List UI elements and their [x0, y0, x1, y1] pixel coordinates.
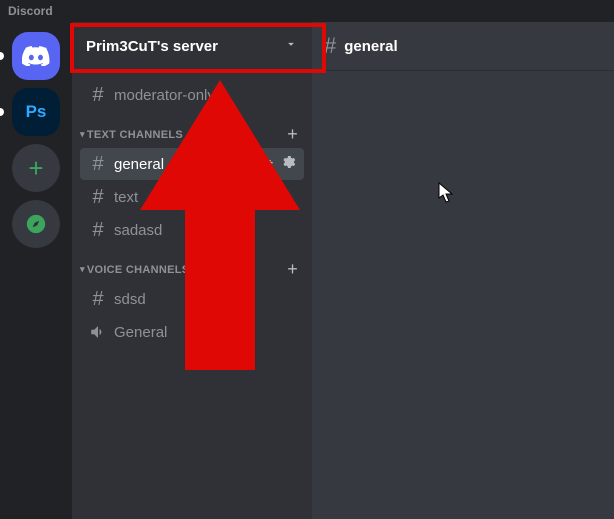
chat-channel-name: general [344, 38, 397, 55]
channel-sidebar: Prim3CuT's server # moderator-only ▾ TEX… [72, 22, 312, 519]
channel-name: sdsd [114, 291, 296, 308]
channel-item[interactable]: # moderator-only [80, 79, 304, 111]
discord-logo-icon [22, 46, 50, 66]
server-item-ps[interactable]: Ps [12, 88, 60, 136]
channel-category[interactable]: ▾ VOICE CHANNELS + [72, 247, 312, 282]
channel-name: sadasd [114, 222, 296, 239]
channel-item[interactable]: # general [80, 148, 304, 180]
chevron-down-icon: ▾ [80, 264, 85, 275]
add-server-button[interactable]: + [12, 144, 60, 192]
hash-icon: # [324, 33, 336, 59]
chevron-down-icon: ▾ [80, 129, 85, 140]
channel-name: General [114, 324, 296, 341]
hash-icon: # [88, 154, 108, 174]
server-rail: Ps + [0, 22, 72, 519]
server-name: Prim3CuT's server [86, 38, 218, 55]
speaker-icon [88, 322, 108, 342]
hash-icon: # [88, 289, 108, 309]
channel-item[interactable]: # text [80, 181, 304, 213]
channel-item[interactable]: General [80, 316, 304, 348]
channel-name: general [114, 156, 252, 173]
channel-category[interactable]: ▾ TEXT CHANNELS + [72, 112, 312, 147]
gear-icon[interactable] [280, 154, 296, 174]
server-item-label: Ps [26, 102, 47, 122]
chat-area: # general [312, 22, 614, 519]
hash-icon: # [88, 220, 108, 240]
explore-button[interactable] [12, 200, 60, 248]
hash-icon: # [88, 187, 108, 207]
app-name: Discord [8, 4, 53, 18]
channel-item[interactable]: # sdsd [80, 283, 304, 315]
discord-app: Discord Ps + [0, 0, 614, 519]
plus-icon: + [28, 155, 43, 181]
hash-icon: # [88, 85, 108, 105]
channel-list: # moderator-only ▾ TEXT CHANNELS + # gen… [72, 70, 312, 519]
chat-header: # general [312, 22, 614, 70]
chat-messages[interactable] [312, 70, 614, 519]
category-label: VOICE CHANNELS [87, 264, 190, 276]
add-channel-button[interactable]: + [287, 124, 304, 145]
add-channel-button[interactable]: + [287, 259, 304, 280]
category-label: TEXT CHANNELS [87, 129, 183, 141]
compass-icon [25, 213, 47, 235]
titlebar: Discord [0, 0, 614, 22]
server-header[interactable]: Prim3CuT's server [72, 22, 312, 70]
home-button[interactable] [12, 32, 60, 80]
channel-item[interactable]: # sadasd [80, 214, 304, 246]
invite-icon[interactable] [258, 154, 274, 174]
channel-name: moderator-only [114, 87, 296, 104]
channel-name: text [114, 189, 296, 206]
chevron-down-icon [284, 37, 298, 55]
app-body: Ps + Prim3CuT's server [0, 22, 614, 519]
